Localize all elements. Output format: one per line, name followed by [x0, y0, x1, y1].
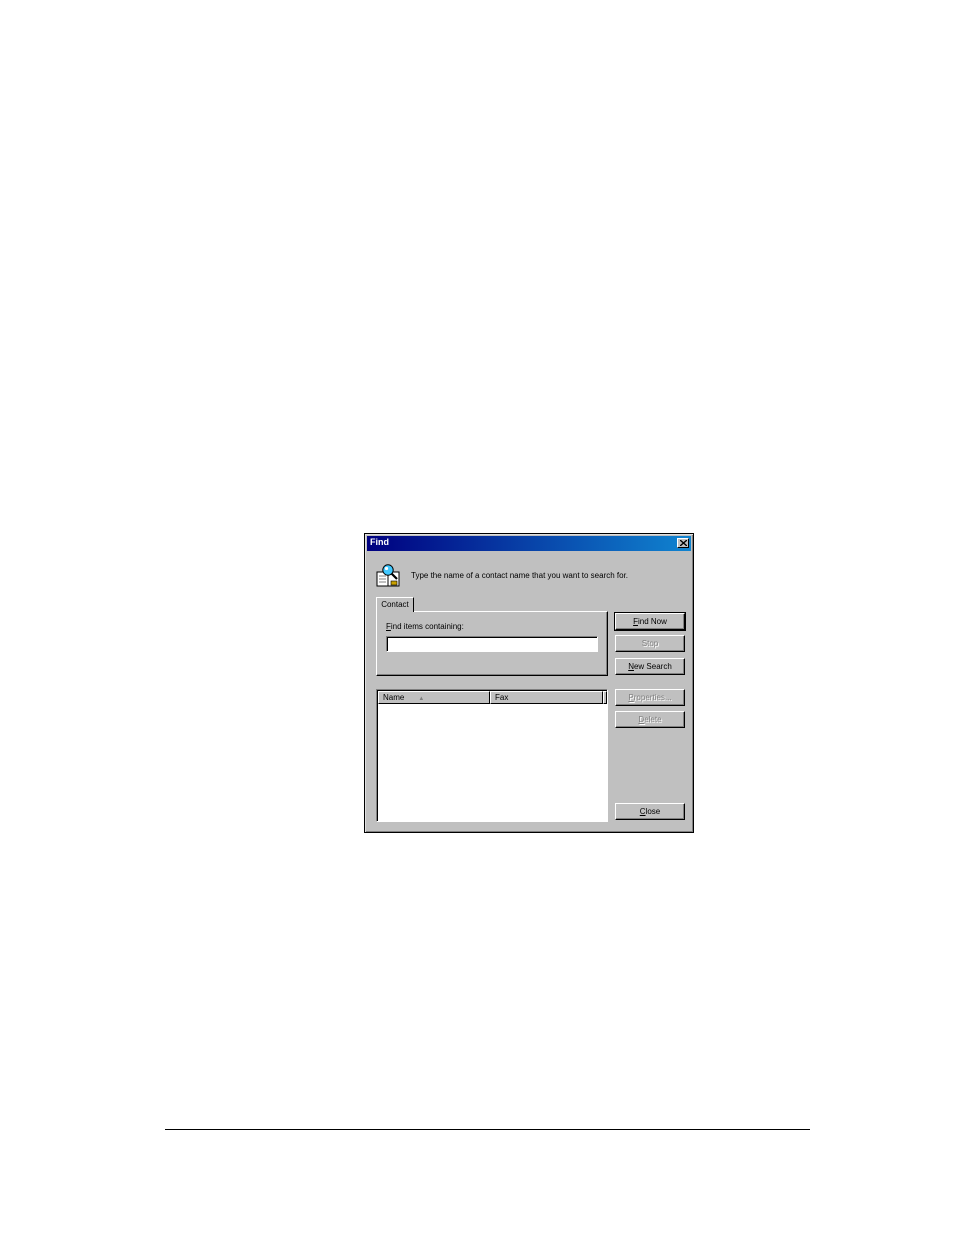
properties-button[interactable]: Properties... [615, 689, 685, 706]
column-name-label: Name [383, 693, 405, 702]
close-button[interactable]: Close [615, 803, 685, 820]
contact-tab-panel: Find items containing: [376, 611, 608, 676]
tab-contact[interactable]: Contact [376, 597, 414, 612]
close-text: lose [645, 806, 661, 816]
properties-text: roperties... [633, 692, 672, 702]
find-items-label-text: ind items containing: [390, 622, 464, 631]
search-prompt: Type the name of a contact name that you… [411, 571, 629, 580]
new-search-text: ew Search [633, 661, 672, 671]
footer-divider [165, 1129, 810, 1130]
find-now-button[interactable]: Find Now [614, 612, 686, 631]
find-dialog: Find Type the name of a contact name tha… [364, 533, 694, 833]
results-list[interactable]: Name ▲ Fax [376, 689, 608, 822]
find-items-input[interactable] [386, 636, 598, 652]
delete-button[interactable]: Delete [615, 711, 685, 728]
address-book-search-icon [376, 564, 400, 587]
close-icon [680, 540, 687, 546]
delete-text: elete [644, 714, 662, 724]
title-bar[interactable]: Find [367, 536, 691, 551]
stop-text: Stop [641, 638, 659, 648]
close-window-button[interactable] [677, 538, 689, 548]
sort-ascending-icon: ▲ [418, 696, 425, 702]
stop-button[interactable]: Stop [615, 635, 685, 652]
find-items-label: Find items containing: [386, 622, 464, 631]
column-header-filler [603, 691, 607, 704]
column-fax-label: Fax [495, 693, 509, 702]
new-search-button[interactable]: New Search [615, 658, 685, 675]
column-header-name[interactable]: Name ▲ [378, 691, 490, 704]
tab-contact-label: Contact [381, 600, 409, 609]
column-header-fax[interactable]: Fax [490, 691, 603, 704]
dialog-title: Find [370, 537, 389, 547]
find-now-text: ind Now [637, 616, 667, 626]
